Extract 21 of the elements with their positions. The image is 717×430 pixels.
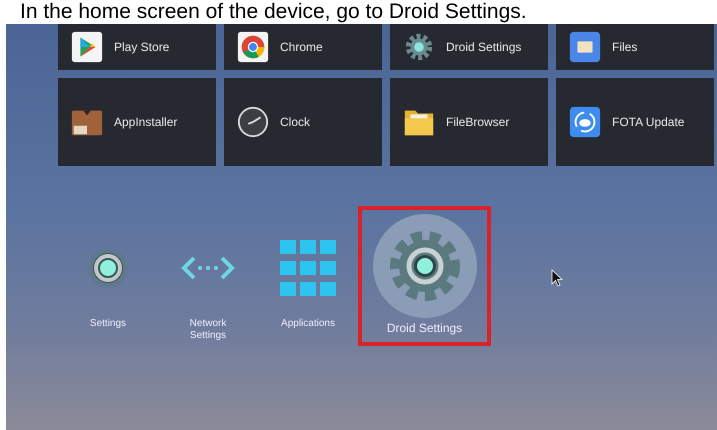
app-grid-icon [278, 238, 338, 298]
clock-icon [236, 105, 270, 139]
cloud-update-icon [568, 105, 602, 139]
launcher-item[interactable]: Network Settings [158, 206, 258, 346]
app-tile[interactable]: Files [556, 24, 714, 70]
app-tile[interactable]: AppInstaller [58, 78, 216, 166]
launcher-item[interactable]: Applications [258, 206, 358, 346]
app-tile[interactable]: Chrome [224, 24, 382, 70]
chrome-icon [236, 30, 270, 64]
caption-text: In the home screen of the device, go to Droid Settings. [19, 0, 527, 24]
app-tile[interactable]: FileBrowser [390, 78, 548, 166]
mouse-cursor-icon [551, 269, 563, 287]
app-tile[interactable]: Play Store [58, 24, 216, 70]
app-tile[interactable]: FOTA Update [556, 78, 714, 166]
play-store-icon [70, 30, 104, 64]
app-tile[interactable]: Droid Settings [390, 24, 548, 70]
folder-icon [568, 30, 602, 64]
launcher-item[interactable]: Settings [58, 206, 158, 346]
gear-icon [372, 214, 476, 318]
launcher-item[interactable]: Droid Settings [358, 206, 491, 346]
app-tile[interactable]: Clock [224, 78, 382, 166]
